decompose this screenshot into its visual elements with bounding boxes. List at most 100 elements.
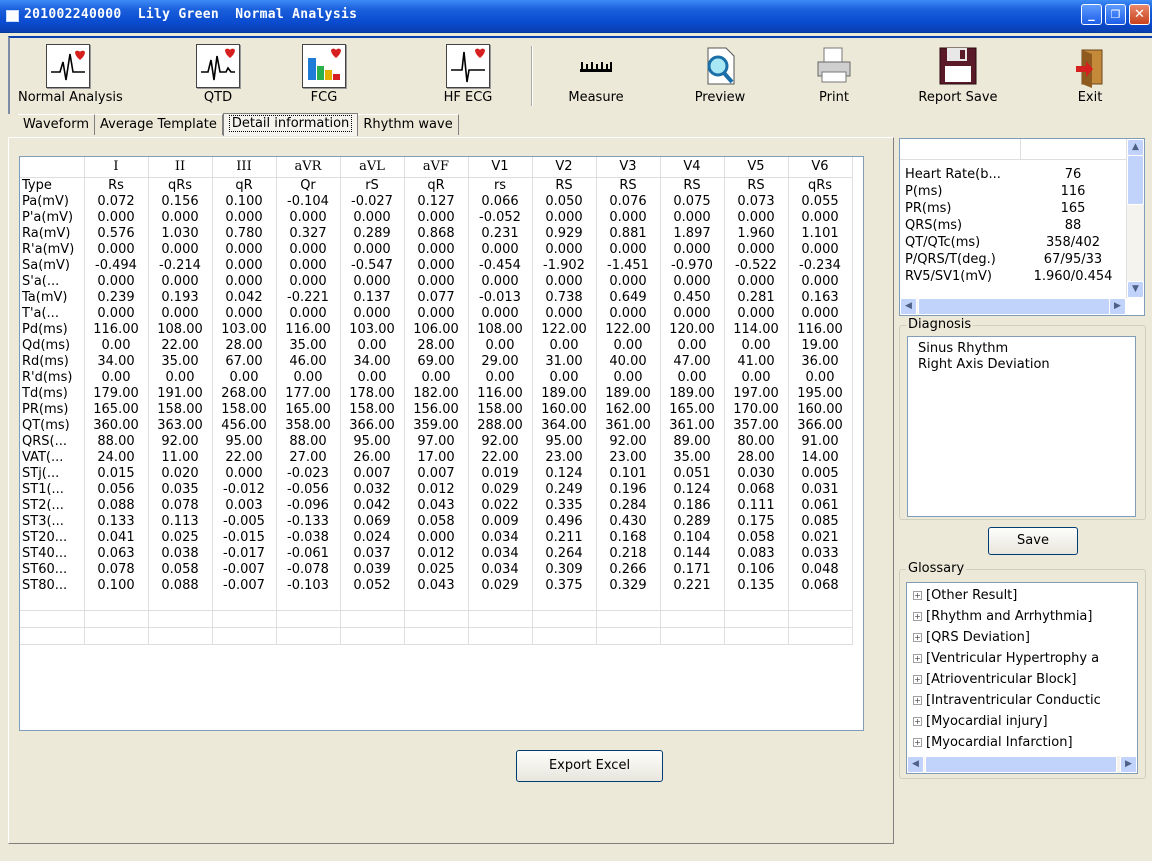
glossary-item[interactable]: + [Atrioventricular Block] xyxy=(907,669,1137,690)
glossary-horizontal-scrollbar[interactable]: ◀ ▶ xyxy=(907,756,1137,773)
expand-plus-icon[interactable]: + xyxy=(913,717,922,726)
table-row[interactable]: T'a(... 0.000 0.000 0.000 0.000 0.000 0.000 0.0… xyxy=(20,306,853,322)
scroll-up-icon[interactable]: ▲ xyxy=(1127,139,1144,156)
table-cell: 108.00 xyxy=(148,322,213,338)
glossary-item[interactable]: + [QRS Deviation] xyxy=(907,627,1137,648)
table-row[interactable]: QRS(... 88.00 92.00 95.00 88.00 95.00 97.00 92.… xyxy=(20,434,853,450)
table-row[interactable]: VAT(... 24.00 11.00 22.00 27.00 26.00 17.00 22.… xyxy=(20,450,853,466)
table-cell: 0.078 xyxy=(148,498,213,514)
diagnosis-box[interactable]: Sinus Rhythm Right Axis Deviation xyxy=(907,336,1136,517)
exit-button[interactable]: Exit xyxy=(1060,44,1120,105)
tab-rhythm-wave[interactable]: Rhythm wave xyxy=(358,114,459,135)
expand-plus-icon[interactable]: + xyxy=(913,633,922,642)
table-row[interactable]: ST80... 0.100 0.088 -0.007 -0.103 0.052 0.043 0… xyxy=(20,578,853,594)
preview-button[interactable]: Preview xyxy=(685,44,755,105)
table-row[interactable]: ST60... 0.078 0.058 -0.007 -0.078 0.039 0.025 0… xyxy=(20,562,853,578)
table-row[interactable]: Pa(mV) 0.072 0.156 0.100 -0.104 -0.027 0.127 0.… xyxy=(20,194,853,210)
scroll-thumb-horizontal[interactable] xyxy=(925,756,1117,773)
fcg-button[interactable]: FCG xyxy=(284,44,364,105)
table-cell: RS xyxy=(724,177,789,194)
table-row[interactable]: ST1(... 0.056 0.035 -0.012 -0.056 0.032 0.012 0… xyxy=(20,482,853,498)
tab-average-template[interactable]: Average Template xyxy=(95,114,223,135)
expand-plus-icon[interactable]: + xyxy=(913,591,922,600)
table-row[interactable]: Rd(ms) 34.00 35.00 67.00 46.00 34.00 69.00 29.0… xyxy=(20,354,853,370)
tab-detail-information[interactable]: Detail information xyxy=(222,113,359,136)
table-row[interactable]: QT(ms) 360.00 363.00 456.00 358.00 366.00 359.… xyxy=(20,418,853,434)
table-row[interactable]: Pd(ms) 116.00 108.00 103.00 116.00 103.00 106.… xyxy=(20,322,853,338)
scroll-left-icon[interactable]: ◀ xyxy=(907,756,924,773)
grid-column-header[interactable]: aVL xyxy=(340,157,405,178)
scroll-right-icon[interactable]: ▶ xyxy=(1109,298,1126,315)
maximize-button[interactable]: ❐ xyxy=(1105,4,1126,25)
grid-column-header[interactable]: I xyxy=(84,157,149,178)
scroll-down-icon[interactable]: ▼ xyxy=(1127,281,1144,298)
table-row[interactable]: Td(ms) 179.00 191.00 268.00 177.00 178.00 182.… xyxy=(20,386,853,402)
table-row[interactable]: PR(ms) 165.00 158.00 158.00 165.00 158.00 156.… xyxy=(20,402,853,418)
summary-panel[interactable]: Heart Rate(b... 76 P(ms) 116 PR(ms) 165 QRS(ms… xyxy=(899,138,1145,316)
measure-button[interactable]: Measure xyxy=(556,44,636,105)
glossary-item[interactable]: + [Myocardial injury] xyxy=(907,711,1137,732)
table-row[interactable]: ST2(... 0.088 0.078 0.003 -0.096 0.042 0.043 0.… xyxy=(20,498,853,514)
summary-key: P/QRS/T(deg.) xyxy=(905,252,996,267)
tab-waveform[interactable]: Waveform xyxy=(18,114,95,135)
grid-column-header[interactable]: V3 xyxy=(596,157,661,178)
save-button[interactable]: Save xyxy=(988,527,1078,555)
hf-ecg-button[interactable]: HF ECG xyxy=(428,44,508,105)
scroll-thumb[interactable] xyxy=(1127,155,1144,205)
summary-horizontal-scrollbar[interactable]: ◀ ▶ xyxy=(900,298,1126,315)
scroll-thumb-horizontal[interactable] xyxy=(918,298,1110,315)
table-row[interactable]: ST3(... 0.133 0.113 -0.005 -0.133 0.069 0.058 0… xyxy=(20,514,853,530)
table-row[interactable]: STj(... 0.015 0.020 0.000 -0.023 0.007 0.007 0.… xyxy=(20,466,853,482)
normal-analysis-button[interactable]: Normal Analysis xyxy=(18,44,123,105)
export-excel-button[interactable]: Export Excel xyxy=(516,750,663,782)
title-bar[interactable]: 201002240000 Lily Green Normal Analysis … xyxy=(0,0,1152,33)
minimize-button[interactable]: _ xyxy=(1081,4,1102,25)
table-cell: 0.101 xyxy=(596,466,661,482)
grid-column-header[interactable]: V2 xyxy=(532,157,597,178)
glossary-item[interactable]: + [Myocardial Infarction] xyxy=(907,732,1137,753)
scroll-right-icon[interactable]: ▶ xyxy=(1120,756,1137,773)
table-row[interactable]: Sa(mV) -0.494 -0.214 0.000 0.000 -0.547 0.000-… xyxy=(20,258,853,274)
expand-plus-icon[interactable]: + xyxy=(913,738,922,747)
table-cell: 34.00 xyxy=(340,354,405,370)
grid-column-header[interactable]: II xyxy=(148,157,213,178)
table-row[interactable]: Ta(mV) 0.239 0.193 0.042 -0.221 0.137 0.077 -0.… xyxy=(20,290,853,306)
empty-cell xyxy=(404,594,469,611)
table-row[interactable]: R'd(ms) 0.00 0.00 0.00 0.00 0.00 0.00 0.00 0.00 0… xyxy=(20,370,853,386)
expand-plus-icon[interactable]: + xyxy=(913,696,922,705)
summary-vertical-scrollbar[interactable]: ▲ ▼ xyxy=(1126,139,1144,298)
glossary-item[interactable]: + [Ventricular Hypertrophy a xyxy=(907,648,1137,669)
grid-column-header[interactable]: III xyxy=(212,157,277,178)
glossary-item[interactable]: + [Intraventricular Conductic xyxy=(907,690,1137,711)
table-row[interactable]: Ra(mV) 0.576 1.030 0.780 0.327 0.289 0.868 0.23… xyxy=(20,226,853,242)
expand-plus-icon[interactable]: + xyxy=(913,675,922,684)
table-row[interactable]: Qd(ms) 0.00 22.00 28.00 35.00 0.00 28.00 0.00 0.… xyxy=(20,338,853,354)
grid-column-header[interactable]: aVR xyxy=(276,157,341,178)
table-row[interactable]: ST40... 0.063 0.038 -0.017 -0.061 0.037 0.012 0… xyxy=(20,546,853,562)
report-save-button[interactable]: Report Save xyxy=(908,44,1008,105)
table-row[interactable]: S'a(... 0.000 0.000 0.000 0.000 0.000 0.000 0.0… xyxy=(20,274,853,290)
glossary-item[interactable]: + [Rhythm and Arrhythmia] xyxy=(907,606,1137,627)
grid-column-header[interactable]: V5 xyxy=(724,157,789,178)
expand-plus-icon[interactable]: + xyxy=(913,654,922,663)
print-button[interactable]: Print xyxy=(804,44,864,105)
summary-key: QT/QTc(ms) xyxy=(905,235,981,250)
grid-column-header[interactable]: aVF xyxy=(404,157,469,178)
table-cell: rs xyxy=(468,177,533,194)
measurement-grid[interactable]: I II III aVR aVL aVF V1 V2 V3 V4 V5 V6 Type Rs qRs qR Q… xyxy=(19,156,864,731)
grid-column-header[interactable]: V6 xyxy=(788,157,853,178)
grid-column-header[interactable]: V4 xyxy=(660,157,725,178)
table-row[interactable]: ST20... 0.041 0.025 -0.015 -0.038 0.024 0.000 0… xyxy=(20,530,853,546)
table-row[interactable]: R'a(mV) 0.000 0.000 0.000 0.000 0.000 0.000 0.0… xyxy=(20,242,853,258)
table-cell: 0.249 xyxy=(532,482,597,498)
grid-column-header[interactable]: V1 xyxy=(468,157,533,178)
table-cell: 0.034 xyxy=(468,562,533,578)
table-row[interactable]: P'a(mV) 0.000 0.000 0.000 0.000 0.000 0.000 -0.… xyxy=(20,210,853,226)
scroll-left-icon[interactable]: ◀ xyxy=(900,298,917,315)
close-button[interactable]: ✕ xyxy=(1129,4,1150,25)
glossary-item[interactable]: + [Other Result] xyxy=(907,585,1137,606)
glossary-tree[interactable]: + [Other Result] + [Rhythm and Arrhythmia] +… xyxy=(906,582,1138,774)
expand-plus-icon[interactable]: + xyxy=(913,612,922,621)
qtd-button[interactable]: QTD xyxy=(178,44,258,105)
table-row[interactable]: Type Rs qRs qR Qr rS qR rs RS RS RS RS qRs xyxy=(20,177,853,194)
